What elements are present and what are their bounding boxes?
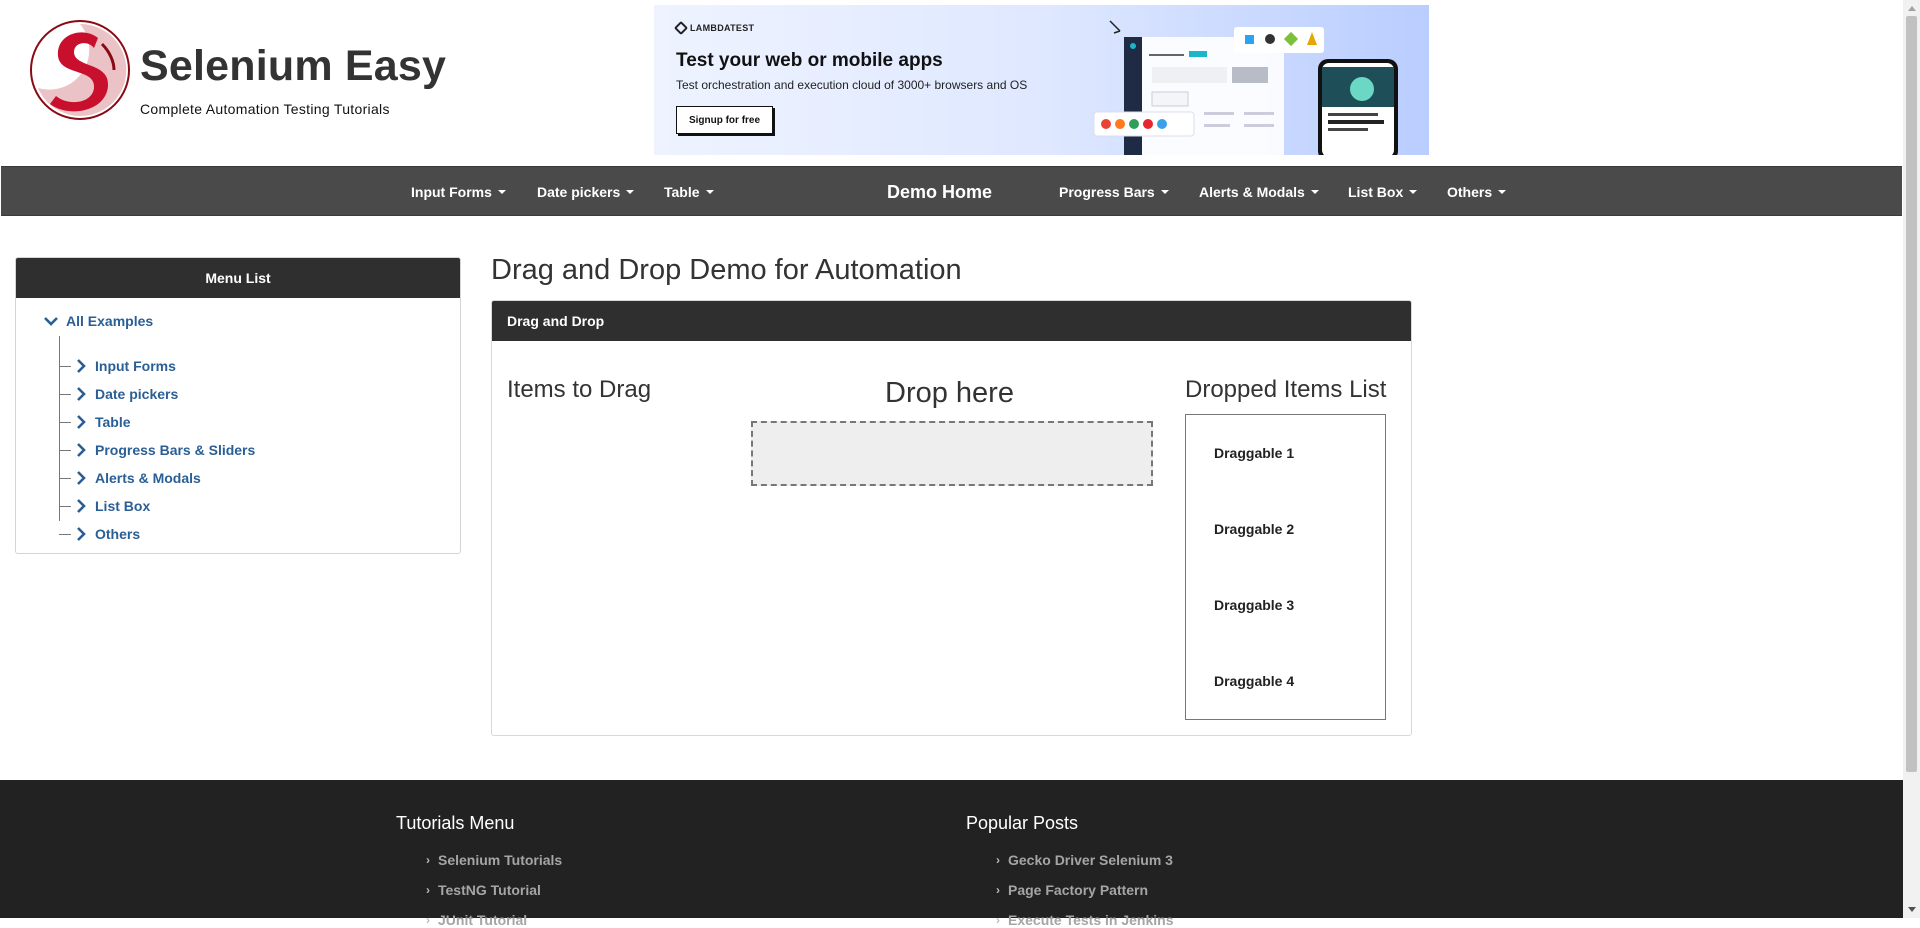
draggable-item-4[interactable]: Draggable 4 bbox=[1214, 673, 1294, 689]
ad-illustration bbox=[1074, 17, 1414, 155]
tree-all-examples[interactable]: All Examples bbox=[44, 313, 153, 329]
chevron-right-icon bbox=[77, 359, 86, 373]
sidebar-item-progress-bars[interactable]: Progress Bars & Sliders bbox=[59, 440, 255, 460]
footer-link-gecko-driver[interactable]: › Gecko Driver Selenium 3 bbox=[996, 852, 1173, 868]
draggable-item-3[interactable]: Draggable 3 bbox=[1214, 597, 1294, 613]
chevron-right-icon bbox=[77, 527, 86, 541]
caret-down-icon bbox=[626, 190, 635, 194]
drop-here-heading: Drop here bbox=[885, 377, 1014, 409]
sidebar-title: Menu List bbox=[16, 258, 460, 298]
nav-input-forms[interactable]: Input Forms bbox=[411, 167, 506, 217]
footer-link-selenium-tutorials[interactable]: › Selenium Tutorials bbox=[426, 852, 562, 868]
nav-progress-bars[interactable]: Progress Bars bbox=[1059, 167, 1169, 217]
main-navbar: Input Forms Date pickers Table Demo Home… bbox=[1, 166, 1902, 216]
nav-others[interactable]: Others bbox=[1447, 167, 1507, 217]
page-title: Drag and Drop Demo for Automation bbox=[491, 254, 962, 286]
sidebar-item-others[interactable]: Others bbox=[59, 524, 140, 544]
menu-list-sidebar: Menu List All Examples Input Forms Date … bbox=[15, 257, 461, 554]
nav-date-pickers[interactable]: Date pickers bbox=[537, 167, 635, 217]
nav-list-box[interactable]: List Box bbox=[1348, 167, 1418, 217]
chevron-right-icon: › bbox=[426, 913, 430, 927]
chevron-right-icon: › bbox=[996, 913, 1000, 927]
lambdatest-logo-icon bbox=[673, 20, 689, 36]
drop-zone[interactable] bbox=[751, 421, 1153, 486]
footer-link-testng-tutorial[interactable]: › TestNG Tutorial bbox=[426, 882, 541, 898]
scroll-down-arrow-icon[interactable] bbox=[1903, 902, 1920, 918]
caret-down-icon bbox=[705, 190, 714, 194]
ad-logo: LAMBDATEST bbox=[673, 20, 754, 36]
chevron-right-icon bbox=[77, 387, 86, 401]
site-logo[interactable] bbox=[28, 18, 132, 122]
chevron-right-icon bbox=[77, 499, 86, 513]
footer-link-jenkins[interactable]: › Execute Tests in Jenkins bbox=[996, 912, 1173, 928]
panel-title: Drag and Drop bbox=[492, 301, 1411, 341]
draggable-item-2[interactable]: Draggable 2 bbox=[1214, 521, 1294, 537]
caret-down-icon bbox=[1160, 190, 1169, 194]
sidebar-item-list-box[interactable]: List Box bbox=[59, 496, 150, 516]
chevron-right-icon: › bbox=[996, 883, 1000, 897]
caret-down-icon bbox=[1409, 190, 1418, 194]
sidebar-item-input-forms[interactable]: Input Forms bbox=[59, 356, 176, 376]
chevron-right-icon bbox=[77, 443, 86, 457]
chevron-right-icon: › bbox=[996, 853, 1000, 867]
drag-drop-panel: Drag and Drop Items to Drag Drop here Dr… bbox=[491, 300, 1412, 736]
sidebar-item-date-pickers[interactable]: Date pickers bbox=[59, 384, 178, 404]
footer-popular-title: Popular Posts bbox=[966, 813, 1079, 833]
site-subtitle: Complete Automation Testing Tutorials bbox=[140, 101, 390, 117]
dropped-items-heading: Dropped Items List bbox=[1185, 376, 1387, 403]
scroll-up-arrow-icon[interactable] bbox=[1903, 0, 1920, 16]
site-footer: Tutorials Menu › Selenium Tutorials › Test… bbox=[0, 780, 1903, 928]
footer-link-page-factory[interactable]: › Page Factory Pattern bbox=[996, 882, 1148, 898]
site-title: Selenium Easy bbox=[140, 42, 447, 90]
dropped-items-list[interactable]: Draggable 1 Draggable 2 Draggable 3 Drag… bbox=[1185, 414, 1386, 720]
chevron-down-icon bbox=[44, 317, 58, 326]
footer-tutorials-title: Tutorials Menu bbox=[396, 813, 515, 833]
chevron-right-icon bbox=[77, 471, 86, 485]
chevron-right-icon bbox=[77, 415, 86, 429]
caret-down-icon bbox=[497, 190, 506, 194]
footer-link-junit-tutorial[interactable]: › JUnit Tutorial bbox=[426, 912, 527, 928]
ad-banner[interactable]: LAMBDATEST Test your web or mobile apps … bbox=[654, 5, 1429, 155]
nav-table[interactable]: Table bbox=[664, 167, 714, 217]
sidebar-item-alerts-modals[interactable]: Alerts & Modals bbox=[59, 468, 201, 488]
ad-headline: Test your web or mobile apps bbox=[676, 50, 943, 71]
nav-alerts-modals[interactable]: Alerts & Modals bbox=[1199, 167, 1319, 217]
caret-down-icon bbox=[1310, 190, 1319, 194]
chevron-right-icon: › bbox=[426, 883, 430, 897]
draggable-item-1[interactable]: Draggable 1 bbox=[1214, 445, 1294, 461]
ad-signup-button[interactable]: Signup for free bbox=[676, 106, 773, 134]
nav-demo-home[interactable]: Demo Home bbox=[887, 167, 992, 217]
items-to-drag-heading: Items to Drag bbox=[507, 376, 652, 403]
caret-down-icon bbox=[1498, 190, 1507, 194]
chevron-right-icon: › bbox=[426, 853, 430, 867]
ad-text: Test orchestration and execution cloud o… bbox=[676, 78, 1028, 92]
sidebar-item-table[interactable]: Table bbox=[59, 412, 131, 432]
scrollbar-thumb[interactable] bbox=[1906, 16, 1917, 772]
